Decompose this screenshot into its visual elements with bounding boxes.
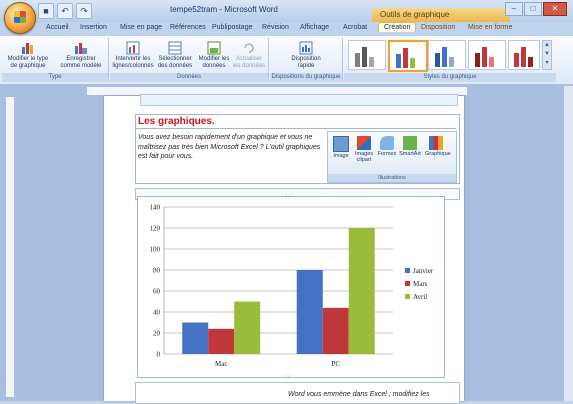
- clipart-icon: [357, 136, 371, 150]
- legend-label-janvier: Janvier: [413, 267, 434, 275]
- bar-mars-mac: [208, 328, 235, 354]
- quick-layout-icon: [299, 41, 313, 55]
- maximize-button[interactable]: □: [524, 2, 542, 16]
- tab-creation[interactable]: Création: [378, 22, 417, 32]
- bar-janvier-pc: [296, 270, 323, 354]
- doc-heading: Les graphiques.: [138, 116, 215, 127]
- chart-style-5[interactable]: [508, 40, 540, 70]
- bottom-paragraph: Word vous emmène dans Excel ; modifiez l…: [288, 391, 430, 398]
- styles-scroll[interactable]: ▲ ▼ ▾: [542, 40, 552, 70]
- edit-data-icon: [207, 41, 221, 55]
- x-tick-label: PC: [331, 360, 340, 368]
- embedded-chart[interactable]: 0 20 40 60 80 100 120 140 Mac PC Janvier Mars Avril …: [137, 194, 445, 381]
- legend-swatch-avril: [405, 294, 410, 299]
- illus-clipart-button: Images clipart: [353, 136, 375, 163]
- layouts-group-label: Dispositions du graphique: [270, 73, 342, 82]
- illus-shapes-button: Formes: [376, 136, 398, 157]
- bar-avril-mac: [234, 301, 261, 354]
- switch-row-column-button[interactable]: Intervertir les lignes/colonnes: [112, 41, 154, 70]
- save-as-template-button[interactable]: Enregistrer comme modèle: [56, 41, 106, 70]
- template-icon: [75, 43, 87, 54]
- x-tick-label: Mac: [215, 360, 227, 368]
- legend-label-avril: Avril: [413, 293, 427, 301]
- select-data-button[interactable]: Sélectionner des données: [156, 41, 194, 70]
- quick-access-toolbar: ■ ↶ ↷: [38, 3, 92, 19]
- select-data-icon: [168, 41, 182, 55]
- doc-intro: Vous avez besoin rapidement d'un graphiq…: [138, 134, 321, 160]
- bar-avril-pc: [348, 228, 375, 354]
- y-tick-label: 20: [153, 330, 161, 338]
- minimize-button[interactable]: –: [505, 2, 523, 16]
- y-tick-label: 140: [150, 204, 161, 212]
- tab-references[interactable]: Références: [170, 24, 206, 31]
- tab-mise-en-page[interactable]: Mise en page: [120, 24, 162, 31]
- vertical-ruler[interactable]: [5, 96, 15, 398]
- tab-disposition[interactable]: Disposition: [421, 24, 455, 31]
- edit-data-button[interactable]: Modifier les données: [196, 41, 232, 70]
- y-tick-label: 120: [150, 225, 161, 233]
- heading-divider: [136, 128, 456, 129]
- chart-styles-label: Styles du graphique: [344, 73, 556, 82]
- y-tick-label: 80: [153, 267, 161, 275]
- tab-acrobat[interactable]: Acrobat: [343, 24, 367, 31]
- undo-icon[interactable]: ↶: [57, 3, 73, 19]
- tab-mise-en-forme[interactable]: Mise en forme: [468, 24, 512, 31]
- tab-insertion[interactable]: Insertion: [80, 24, 107, 31]
- shapes-icon: [380, 136, 394, 150]
- bar-mars-pc: [322, 307, 349, 354]
- column-chart: 0 20 40 60 80 100 120 140 Mac PC Janvier Mars Avril: [150, 204, 434, 369]
- picture-icon: [333, 136, 349, 152]
- legend-label-mars: Mars: [413, 280, 428, 288]
- redo-icon[interactable]: ↷: [76, 3, 92, 19]
- type-group-label: Type: [2, 73, 108, 82]
- window-title: tempe52tram - Microsoft Word: [170, 5, 278, 14]
- chart-styles-group: ▲ ▼ ▾ Styles du graphique: [344, 38, 556, 82]
- tab-revision[interactable]: Révision: [262, 24, 289, 31]
- chart-icon: [429, 136, 443, 150]
- data-group-label: Données: [110, 73, 268, 82]
- chart-style-3[interactable]: [428, 40, 466, 70]
- ribbon-tabs: Accueil Insertion Mise en page Référence…: [0, 22, 573, 36]
- type-group: Modifier le type de graphique Enregistre…: [2, 38, 109, 82]
- illus-image-button: Image: [330, 136, 352, 159]
- smartart-icon: [403, 136, 417, 150]
- y-tick-label: 0: [157, 351, 161, 359]
- tab-affichage[interactable]: Affichage: [300, 24, 329, 31]
- chart-type-icon: [22, 43, 33, 54]
- illustrations-panel-image: Image Images clipart Formes SmartArt Gra…: [327, 131, 457, 183]
- data-group: Intervertir les lignes/colonnes Sélectio…: [110, 38, 269, 82]
- refresh-icon: [244, 43, 254, 53]
- window-controls: – □ ✕: [505, 2, 567, 16]
- switch-icon: [126, 41, 140, 55]
- save-icon[interactable]: ■: [38, 3, 54, 19]
- resize-handle-bottom[interactable]: ∷: [286, 374, 290, 381]
- legend-swatch-janvier: [405, 268, 410, 273]
- chart-style-4[interactable]: [468, 40, 506, 70]
- resize-handle-top[interactable]: ∷: [286, 194, 290, 201]
- y-tick-label: 40: [153, 309, 161, 317]
- change-chart-type-button[interactable]: Modifier le type de graphique: [4, 41, 52, 70]
- chart-style-2[interactable]: [388, 40, 428, 72]
- tab-publipostage[interactable]: Publipostage: [212, 24, 252, 31]
- illus-smartart-button: SmartArt: [399, 136, 421, 157]
- vertical-scrollbar[interactable]: [563, 86, 573, 401]
- y-tick-label: 60: [153, 288, 161, 296]
- chart-style-1[interactable]: [348, 40, 386, 70]
- legend-swatch-mars: [405, 281, 410, 286]
- bar-janvier-mac: [182, 322, 209, 354]
- y-tick-label: 100: [150, 246, 161, 254]
- ribbon: Modifier le type de graphique Enregistre…: [0, 36, 573, 85]
- title-bar: ■ ↶ ↷ tempe52tram - Microsoft Word Outil…: [0, 0, 573, 22]
- quick-layout-button[interactable]: Disposition rapide: [284, 41, 328, 70]
- layouts-group: Disposition rapide Dispositions du graph…: [270, 38, 343, 82]
- tab-accueil[interactable]: Accueil: [46, 24, 69, 31]
- illustrations-label: Illustrations: [328, 174, 456, 182]
- embedded-ribbon-screenshot: [140, 94, 458, 106]
- office-button[interactable]: [4, 2, 36, 34]
- chart-tools-context: Outils de graphique: [372, 8, 510, 22]
- refresh-data-button[interactable]: Actualiser les données: [232, 41, 266, 70]
- close-button[interactable]: ✕: [543, 2, 567, 16]
- illus-chart-button: Graphique: [425, 136, 451, 157]
